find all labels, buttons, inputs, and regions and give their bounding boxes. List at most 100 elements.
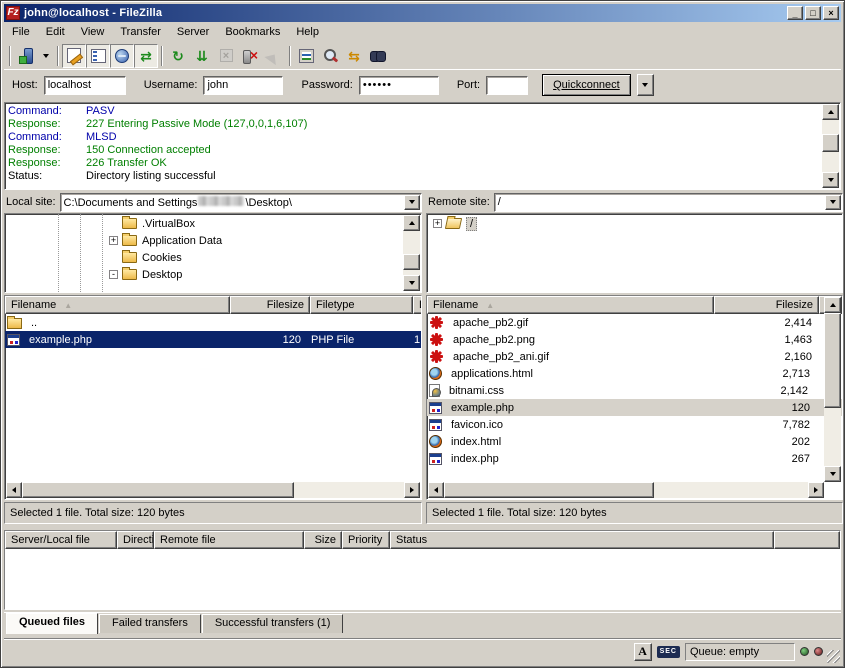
column-header-status[interactable]: Status xyxy=(390,531,774,549)
refresh-button[interactable]: ↻ xyxy=(166,44,190,68)
toggle-transfer-queue-button[interactable]: ⇄ xyxy=(134,44,158,68)
remote-file-row[interactable]: index.html 202 xyxy=(427,433,842,450)
queue-tab-bar: Queued files Failed transfers Successful… xyxy=(4,612,841,636)
remote-file-row[interactable]: index.php 267 xyxy=(427,450,842,467)
resize-grip[interactable] xyxy=(827,650,840,663)
toggle-local-tree-button[interactable] xyxy=(86,44,110,68)
column-header-priority[interactable]: Priority xyxy=(342,531,390,549)
expand-plus-icon[interactable]: + xyxy=(433,219,442,228)
column-header-remote-file[interactable]: Remote file xyxy=(154,531,304,549)
file-type: PHP File xyxy=(306,334,409,346)
toggle-message-log-button[interactable] xyxy=(62,44,86,68)
scroll-thumb[interactable] xyxy=(822,134,839,152)
scroll-down-button[interactable] xyxy=(824,466,841,482)
local-site-combobox[interactable]: C:\Documents and Settings\Desktop\ xyxy=(60,193,422,212)
remote-list-hscrollbar[interactable] xyxy=(428,482,824,498)
local-site-dropdown[interactable] xyxy=(404,195,420,210)
scroll-right-button[interactable] xyxy=(404,482,420,498)
encryption-indicator-icon[interactable]: SEC xyxy=(657,646,680,658)
scroll-left-button[interactable] xyxy=(428,482,444,498)
directory-listing-filters-button[interactable] xyxy=(294,44,318,68)
menu-view[interactable]: View xyxy=(73,23,113,41)
column-header-filetype[interactable]: Filetype xyxy=(310,296,413,314)
quickconnect-dropdown[interactable] xyxy=(637,74,654,96)
scroll-left-button[interactable] xyxy=(6,482,22,498)
scroll-up-button[interactable] xyxy=(822,104,839,120)
port-input[interactable] xyxy=(486,76,528,95)
find-files-button[interactable] xyxy=(366,44,390,68)
remote-file-row[interactable]: applications.html 2,713 xyxy=(427,365,842,382)
menu-file[interactable]: File xyxy=(4,23,38,41)
tab-successful-transfers[interactable]: Successful transfers (1) xyxy=(202,614,344,633)
toggle-remote-tree-button[interactable] xyxy=(110,44,134,68)
remote-file-row[interactable]: apache_pb2.png 1,463 xyxy=(427,331,842,348)
site-manager-button[interactable] xyxy=(14,44,38,68)
scroll-thumb[interactable] xyxy=(444,482,654,498)
local-list-hscrollbar[interactable] xyxy=(6,482,420,498)
expand-minus-icon[interactable]: - xyxy=(109,270,118,279)
username-input[interactable] xyxy=(203,76,283,95)
scroll-up-button[interactable] xyxy=(824,297,841,313)
tab-queued-files[interactable]: Queued files xyxy=(6,613,98,634)
menu-help[interactable]: Help xyxy=(288,23,327,41)
directory-comparison-button[interactable] xyxy=(318,44,342,68)
scroll-down-button[interactable] xyxy=(403,275,420,291)
tree-item-cookies[interactable]: Cookies xyxy=(109,249,421,266)
host-input[interactable] xyxy=(44,76,126,95)
tree-item-application-data[interactable]: +Application Data xyxy=(109,232,421,249)
remote-file-row[interactable]: favicon.ico 7,782 xyxy=(427,416,842,433)
menu-transfer[interactable]: Transfer xyxy=(112,23,169,41)
queue-body[interactable] xyxy=(5,549,840,609)
column-header-direction[interactable]: Directi... xyxy=(117,531,154,549)
column-header-filename[interactable]: Filename▲ xyxy=(427,296,714,314)
scroll-thumb[interactable] xyxy=(403,254,420,270)
local-file-row-updir[interactable]: .. xyxy=(5,314,421,331)
synchronized-browsing-button[interactable]: ⇆ xyxy=(342,44,366,68)
remote-site-combobox[interactable]: / xyxy=(494,193,843,212)
log-line: Status:Directory listing successful xyxy=(5,170,840,183)
tree-item-desktop[interactable]: -Desktop xyxy=(109,266,421,283)
remote-file-row-selected[interactable]: example.php 120 xyxy=(427,399,842,416)
site-manager-dropdown[interactable] xyxy=(38,45,54,67)
tree-item-root[interactable]: + / xyxy=(427,214,842,231)
process-queue-button[interactable]: ⇊ xyxy=(190,44,214,68)
scroll-down-button[interactable] xyxy=(822,172,839,188)
remote-file-row[interactable]: bitnami.css 2,142 xyxy=(427,382,842,399)
column-header-filename[interactable]: Filename▲ xyxy=(5,296,230,314)
log-scrollbar[interactable] xyxy=(822,104,839,188)
scroll-up-button[interactable] xyxy=(403,215,420,231)
column-header-size[interactable]: Size xyxy=(304,531,342,549)
maximize-button[interactable]: □ xyxy=(805,6,821,20)
menu-edit[interactable]: Edit xyxy=(38,23,73,41)
tree-item-virtualbox[interactable]: .VirtualBox xyxy=(109,215,421,232)
file-size: 2,142 xyxy=(710,385,813,397)
reconnect-button[interactable] xyxy=(262,44,286,68)
title-bar[interactable]: Fz john@localhost - FileZilla _ □ × xyxy=(4,4,841,22)
quickconnect-button[interactable]: Quickconnect xyxy=(542,74,631,96)
close-button[interactable]: × xyxy=(823,6,839,20)
remote-site-dropdown[interactable] xyxy=(825,195,841,210)
scroll-thumb[interactable] xyxy=(22,482,294,498)
disconnect-button[interactable] xyxy=(238,44,262,68)
cancel-operation-button[interactable]: × xyxy=(214,44,238,68)
scroll-right-button[interactable] xyxy=(808,482,824,498)
folder-icon xyxy=(7,318,22,329)
transfer-type-indicator[interactable]: A xyxy=(634,643,652,661)
column-header-filesize[interactable]: Filesize xyxy=(714,296,819,314)
remote-list-vscrollbar[interactable] xyxy=(824,297,841,482)
remote-selection-summary: Selected 1 file. Total size: 120 bytes xyxy=(432,507,607,519)
password-input[interactable] xyxy=(359,76,439,95)
column-header-filesize[interactable]: Filesize xyxy=(230,296,310,314)
local-file-row-selected[interactable]: example.php 120 PHP File 1 xyxy=(5,331,421,348)
menu-bookmarks[interactable]: Bookmarks xyxy=(217,23,288,41)
remote-file-row[interactable]: apache_pb2_ani.gif 2,160 xyxy=(427,348,842,365)
scroll-thumb[interactable] xyxy=(824,313,841,408)
minimize-button[interactable]: _ xyxy=(787,6,803,20)
local-tree-scrollbar[interactable] xyxy=(403,215,420,291)
remote-file-row[interactable]: apache_pb2.gif 2,414 xyxy=(427,314,842,331)
column-header-last-modified[interactable]: L xyxy=(413,296,422,314)
expand-plus-icon[interactable]: + xyxy=(109,236,118,245)
column-header-server-local-file[interactable]: Server/Local file xyxy=(5,531,117,549)
menu-server[interactable]: Server xyxy=(169,23,217,41)
tab-failed-transfers[interactable]: Failed transfers xyxy=(99,614,201,633)
